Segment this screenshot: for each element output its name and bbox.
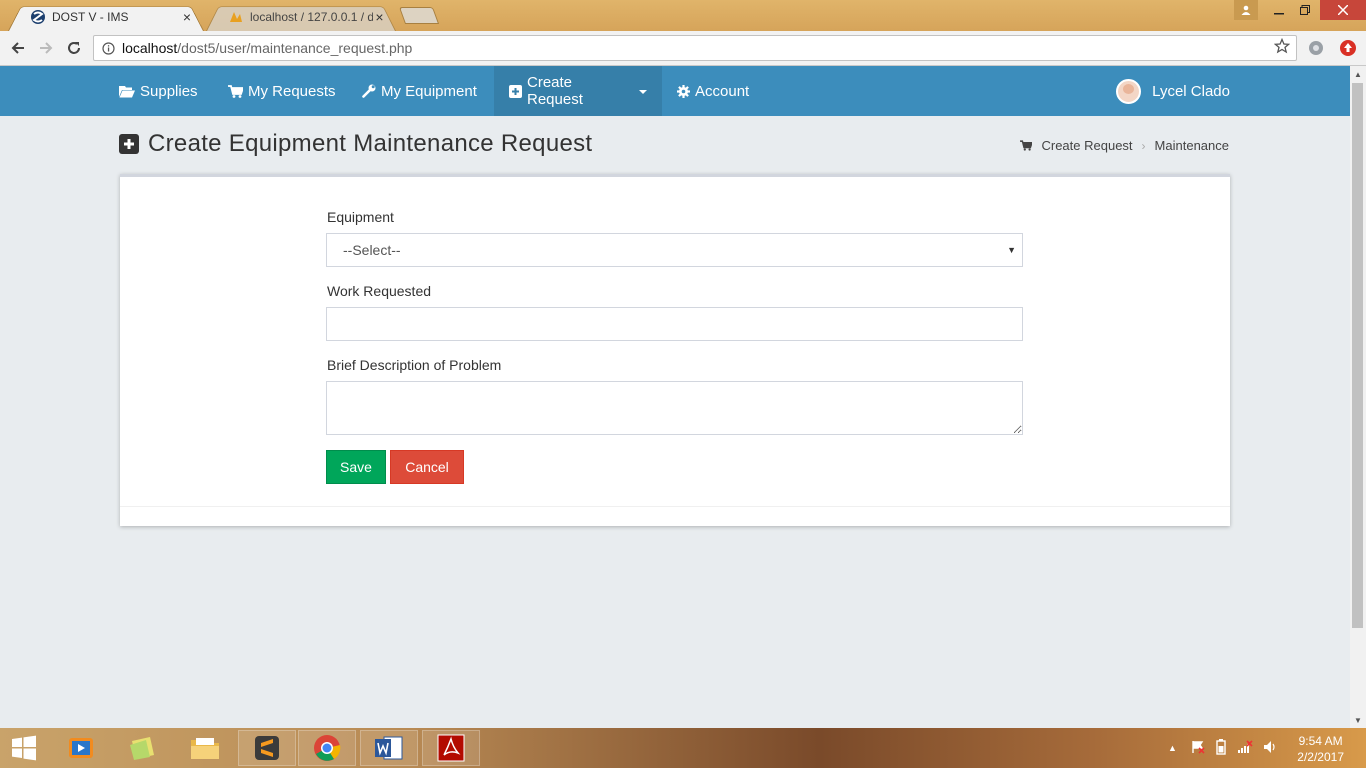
new-tab-button[interactable] xyxy=(402,7,436,24)
network-icon[interactable] xyxy=(1237,739,1253,757)
work-requested-label: Work Requested xyxy=(327,283,432,299)
battery-icon[interactable] xyxy=(1215,738,1227,758)
restore-icon[interactable] xyxy=(1292,0,1318,20)
browser-toolbar: localhost/dost5/user/maintenance_request… xyxy=(0,31,1366,66)
user-menu[interactable]: Lycel Clado xyxy=(1116,66,1230,116)
sticky-notes-icon[interactable] xyxy=(114,730,172,766)
nav-label: Account xyxy=(695,82,750,100)
maintenance-form-box: Equipment --Select-- ▼ Work Requested Br… xyxy=(120,174,1230,526)
chevron-down-icon: ▼ xyxy=(1007,245,1016,255)
system-tray: ▲ xyxy=(1168,728,1277,768)
wrench-icon xyxy=(362,84,376,98)
page-title-text: Create Equipment Maintenance Request xyxy=(148,130,593,157)
tab-title: DOST V - IMS xyxy=(52,9,129,24)
nav-label: My Requests xyxy=(248,82,336,100)
work-requested-input[interactable] xyxy=(326,307,1023,341)
nav-label: Create Request xyxy=(527,74,583,108)
chevron-down-icon xyxy=(639,90,647,94)
equipment-select[interactable]: --Select-- ▼ xyxy=(326,233,1023,267)
clock[interactable]: 9:54 AM 2/2/2017 xyxy=(1297,733,1344,765)
breadcrumb: Create Request › Maintenance xyxy=(1020,138,1229,153)
tab-title: localhost / 127.0.0.1 / do xyxy=(250,9,373,24)
equipment-selected-value: --Select-- xyxy=(343,242,401,258)
main-navbar: Supplies My Requests My Equipment Create… xyxy=(0,66,1350,116)
extension-icon[interactable] xyxy=(1305,37,1327,59)
breadcrumb-separator-icon: › xyxy=(1141,138,1146,153)
description-label: Brief Description of Problem xyxy=(327,357,502,373)
clock-date: 2/2/2017 xyxy=(1297,750,1344,764)
plus-square-icon xyxy=(509,84,522,98)
tab-close-icon[interactable]: × xyxy=(180,9,194,25)
gear-icon xyxy=(677,84,690,98)
minimize-icon[interactable] xyxy=(1266,0,1292,20)
cart-icon xyxy=(228,84,243,98)
tab-close-icon[interactable]: × xyxy=(373,9,386,25)
clock-time: 9:54 AM xyxy=(1298,734,1343,748)
breadcrumb-item[interactable]: Create Request xyxy=(1041,138,1132,153)
tab-dost-ims[interactable]: DOST V - IMS × xyxy=(8,2,204,31)
info-icon[interactable] xyxy=(94,41,122,55)
equipment-label: Equipment xyxy=(327,209,394,225)
avatar xyxy=(1116,78,1142,104)
profile-icon[interactable] xyxy=(1234,0,1258,20)
start-windows-icon[interactable] xyxy=(0,730,48,766)
forward-icon[interactable] xyxy=(35,37,57,59)
scrollbar-thumb[interactable] xyxy=(1352,83,1363,628)
media-player-icon[interactable] xyxy=(52,730,110,766)
word-icon[interactable] xyxy=(360,730,418,766)
plus-square-icon xyxy=(119,134,139,154)
tab-phpmyadmin[interactable]: localhost / 127.0.0.1 / do × xyxy=(206,2,396,31)
nav-supplies[interactable]: Supplies xyxy=(104,66,213,116)
show-hidden-icons-icon[interactable]: ▲ xyxy=(1168,743,1177,753)
page-scrollbar[interactable]: ▲ ▼ xyxy=(1350,66,1366,728)
nav-label: Supplies xyxy=(140,82,198,100)
save-button[interactable]: Save xyxy=(326,450,386,484)
volume-icon[interactable] xyxy=(1263,740,1277,757)
cancel-button[interactable]: Cancel xyxy=(390,450,464,484)
user-name: Lycel Clado xyxy=(1152,82,1230,100)
chrome-icon[interactable] xyxy=(298,730,356,766)
address-bar[interactable]: localhost/dost5/user/maintenance_request… xyxy=(93,35,1297,61)
url-path: /dost5/user/maintenance_request.php xyxy=(177,40,413,56)
update-icon[interactable] xyxy=(1337,37,1359,59)
back-icon[interactable] xyxy=(7,37,29,59)
bookmark-star-icon[interactable] xyxy=(1273,37,1291,59)
action-center-flag-icon[interactable] xyxy=(1191,740,1205,757)
nav-create-request[interactable]: Create Request xyxy=(494,66,662,116)
windows-taskbar: ▲ 9:54 AM 2/2/2017 xyxy=(0,728,1366,768)
page-title: Create Equipment Maintenance Request xyxy=(119,130,592,158)
nav-my-requests[interactable]: My Requests xyxy=(213,66,351,116)
description-textarea[interactable] xyxy=(326,381,1023,435)
sublime-text-icon[interactable] xyxy=(238,730,296,766)
nav-my-equipment[interactable]: My Equipment xyxy=(347,66,492,116)
file-explorer-icon[interactable] xyxy=(176,730,234,766)
folder-open-icon xyxy=(119,85,135,98)
acrobat-reader-icon[interactable] xyxy=(422,730,480,766)
close-window-icon[interactable] xyxy=(1320,0,1366,20)
phpmyadmin-icon xyxy=(228,9,244,25)
dost-logo-icon xyxy=(30,9,46,25)
reload-icon[interactable] xyxy=(63,37,85,59)
scroll-down-icon[interactable]: ▼ xyxy=(1350,712,1366,728)
cart-icon xyxy=(1020,140,1033,151)
browser-titlebar: DOST V - IMS × localhost / 127.0.0.1 / d… xyxy=(0,0,1366,31)
breadcrumb-item-current: Maintenance xyxy=(1154,138,1229,153)
box-footer xyxy=(120,506,1230,526)
nav-label: My Equipment xyxy=(381,82,477,100)
scroll-up-icon[interactable]: ▲ xyxy=(1350,66,1366,82)
url-host: localhost xyxy=(122,40,178,56)
nav-account[interactable]: Account xyxy=(662,66,764,116)
